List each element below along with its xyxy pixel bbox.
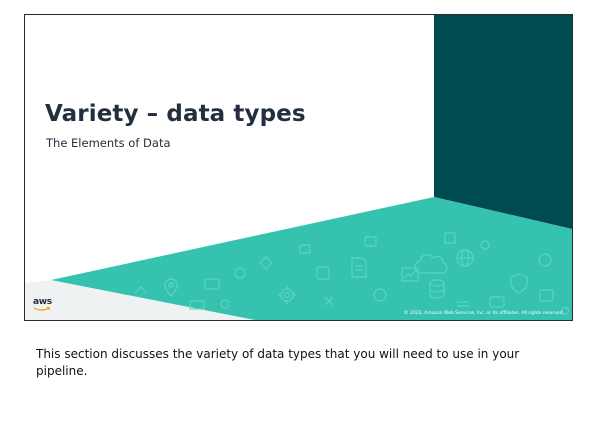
slide-title: Variety – data types xyxy=(45,101,306,127)
copyright-notice: © 2022, Amazon Web Services, Inc. or its… xyxy=(404,311,564,316)
dark-teal-wall xyxy=(434,15,572,229)
aws-logo-text: aws xyxy=(33,297,52,307)
aws-logo: aws xyxy=(33,297,55,313)
page: Variety – data types The Elements of Dat… xyxy=(0,0,599,422)
slide-thumbnail: Variety – data types The Elements of Dat… xyxy=(24,14,573,321)
speaker-notes: This section discusses the variety of da… xyxy=(36,347,520,378)
slide-background-art xyxy=(25,15,572,320)
slide-subtitle: The Elements of Data xyxy=(46,136,171,150)
aws-smile-icon xyxy=(33,307,51,311)
